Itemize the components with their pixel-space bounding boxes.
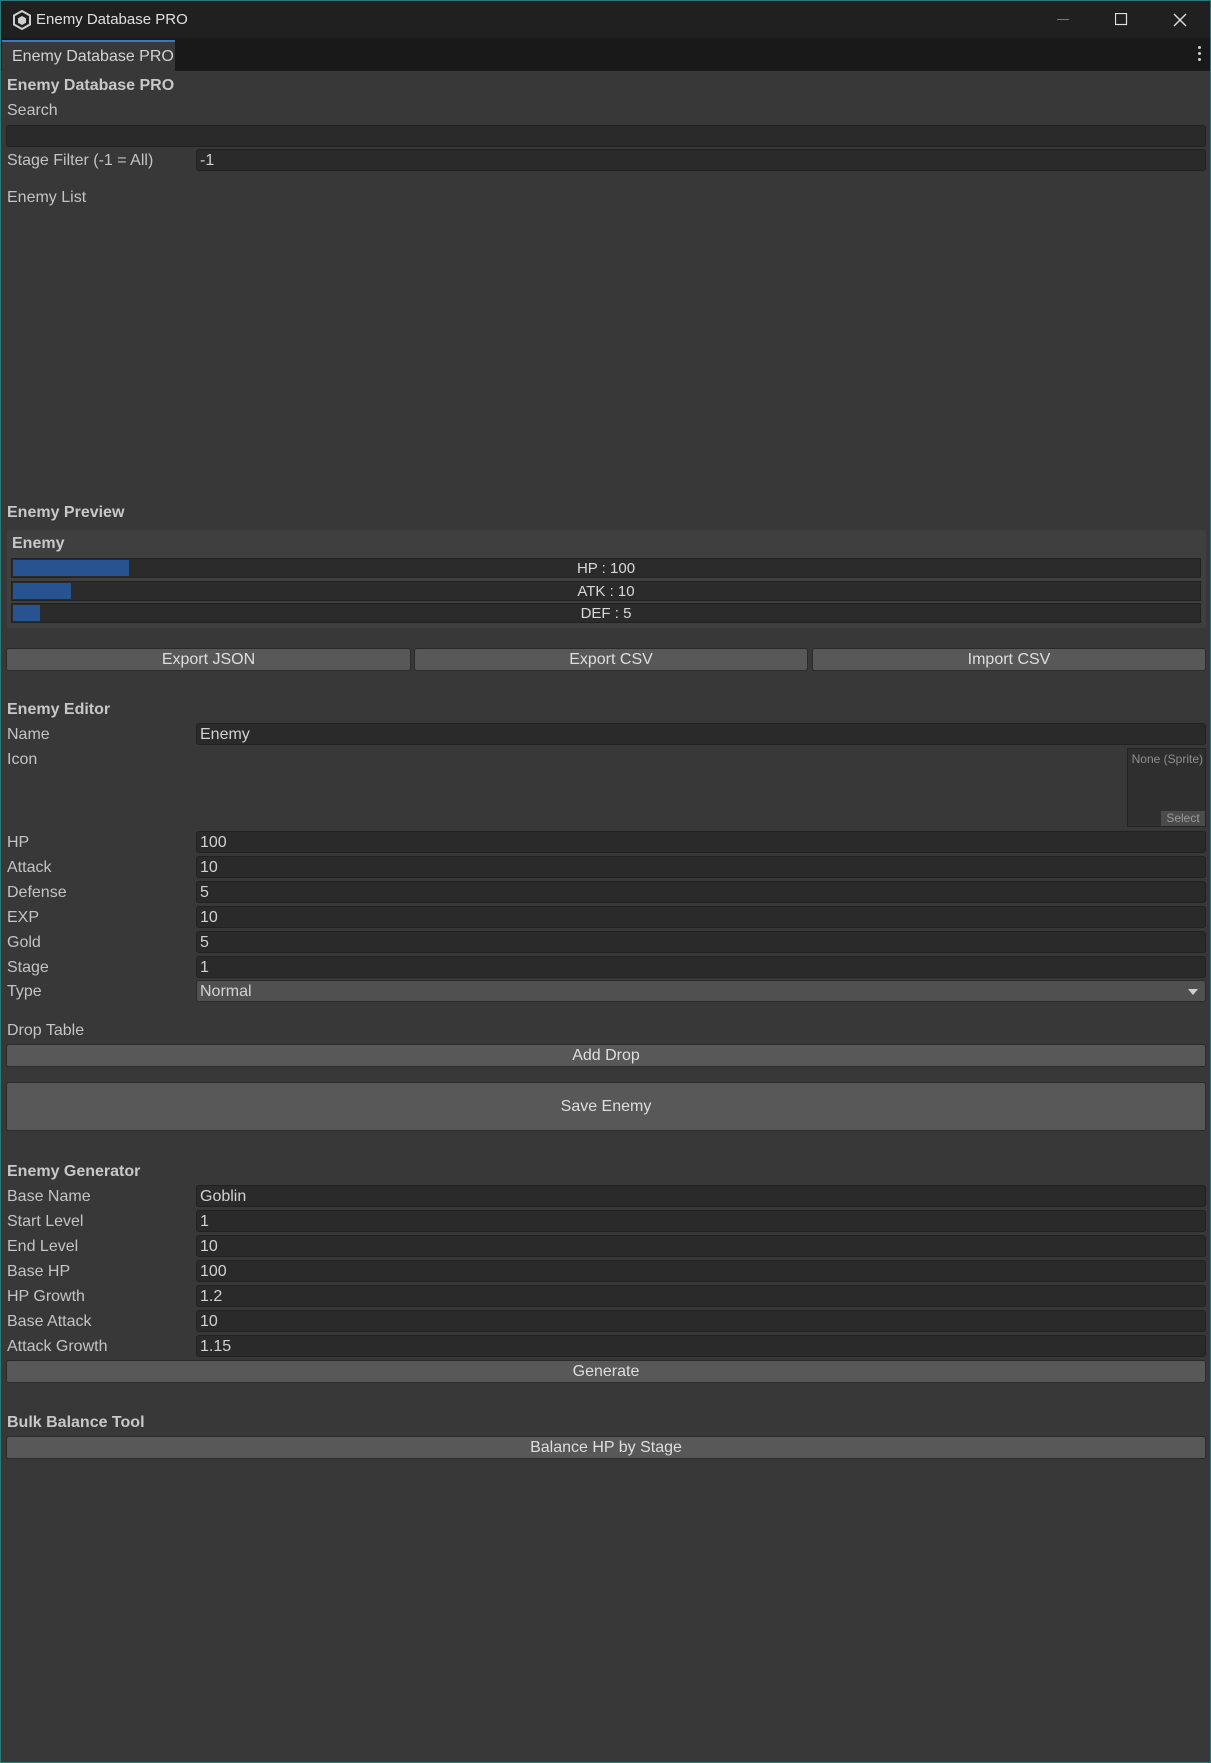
title-bar[interactable]: Enemy Database PRO xyxy=(1,1,1210,38)
atk-bar: ATK : 10 xyxy=(11,581,1201,601)
hp-bar-label: HP : 100 xyxy=(576,560,636,577)
add-drop-button[interactable]: Add Drop xyxy=(6,1044,1206,1067)
maximize-icon xyxy=(1114,13,1127,26)
def-bar-label: DEF : 5 xyxy=(580,605,632,622)
hp-growth-label: HP Growth xyxy=(7,1288,85,1305)
enemy-list[interactable] xyxy=(7,209,1206,499)
start-level-input[interactable]: 1 xyxy=(196,1210,1206,1232)
base-attack-input[interactable]: 10 xyxy=(196,1310,1206,1332)
stage-filter-label: Stage Filter (-1 = All) xyxy=(7,152,154,169)
defense-label: Defense xyxy=(7,884,67,901)
type-dropdown[interactable]: Normal xyxy=(196,980,1206,1002)
window-title: Enemy Database PRO xyxy=(36,11,188,28)
stage-label: Stage xyxy=(7,959,49,976)
unity-logo-icon xyxy=(13,10,31,30)
attack-input[interactable]: 10 xyxy=(196,856,1206,878)
minimize-icon xyxy=(1057,18,1069,20)
bulk-header: Bulk Balance Tool xyxy=(7,1414,145,1431)
name-label: Name xyxy=(7,726,50,743)
exp-input[interactable]: 10 xyxy=(196,906,1206,928)
attack-growth-label: Attack Growth xyxy=(7,1338,108,1355)
panel-title: Enemy Database PRO xyxy=(7,77,175,94)
close-icon xyxy=(1173,13,1187,26)
maximize-button[interactable] xyxy=(1092,1,1150,38)
base-hp-label: Base HP xyxy=(7,1263,71,1280)
close-button[interactable] xyxy=(1151,1,1209,38)
enemy-preview-box: Enemy HP : 100 ATK : 10 DEF : 5 xyxy=(7,530,1206,628)
stage-input[interactable]: 1 xyxy=(196,956,1206,978)
search-label: Search xyxy=(7,102,58,119)
tab-label: Enemy Database PRO xyxy=(12,48,174,65)
start-level-label: Start Level xyxy=(7,1213,84,1230)
sprite-none-text: None (Sprite) xyxy=(1131,752,1203,766)
def-bar: DEF : 5 xyxy=(11,603,1201,623)
attack-label: Attack xyxy=(7,859,52,876)
type-label: Type xyxy=(7,983,42,1000)
preview-header: Enemy Preview xyxy=(7,504,125,521)
hp-bar: HP : 100 xyxy=(11,558,1201,578)
import-csv-button[interactable]: Import CSV xyxy=(812,648,1206,671)
sprite-select-button[interactable]: Select xyxy=(1161,811,1205,826)
chevron-down-icon xyxy=(1188,989,1198,995)
minimize-button[interactable] xyxy=(1034,1,1092,38)
search-input[interactable] xyxy=(6,125,1206,147)
generate-button[interactable]: Generate xyxy=(6,1360,1206,1383)
base-hp-input[interactable]: 100 xyxy=(196,1260,1206,1282)
defense-input[interactable]: 5 xyxy=(196,881,1206,903)
gold-input[interactable]: 5 xyxy=(196,931,1206,953)
export-json-button[interactable]: Export JSON xyxy=(6,648,411,671)
hp-label: HP xyxy=(7,834,30,851)
drop-table-label: Drop Table xyxy=(7,1022,85,1039)
exp-label: EXP xyxy=(7,909,40,926)
end-level-input[interactable]: 10 xyxy=(196,1235,1206,1257)
save-enemy-button[interactable]: Save Enemy xyxy=(6,1082,1206,1131)
balance-hp-button[interactable]: Balance HP by Stage xyxy=(6,1436,1206,1459)
hp-input[interactable]: 100 xyxy=(196,831,1206,853)
tab-enemy-database-pro[interactable]: Enemy Database PRO xyxy=(2,40,175,71)
base-name-label: Base Name xyxy=(7,1188,91,1205)
atk-bar-label: ATK : 10 xyxy=(577,583,635,600)
icon-sprite-field[interactable]: None (Sprite) Select xyxy=(1127,748,1206,827)
base-attack-label: Base Attack xyxy=(7,1313,92,1330)
base-name-input[interactable]: Goblin xyxy=(196,1185,1206,1207)
editor-window: Enemy Database PRO Enemy Database PRO En… xyxy=(0,0,1211,1763)
end-level-label: End Level xyxy=(7,1238,79,1255)
preview-enemy-name: Enemy xyxy=(12,535,65,552)
type-selected: Normal xyxy=(200,983,252,1000)
name-input[interactable]: Enemy xyxy=(196,723,1206,745)
hp-growth-input[interactable]: 1.2 xyxy=(196,1285,1206,1307)
gold-label: Gold xyxy=(7,934,41,951)
stage-filter-input[interactable]: -1 xyxy=(196,149,1206,171)
editor-header: Enemy Editor xyxy=(7,701,111,718)
tab-bar: Enemy Database PRO xyxy=(1,38,1210,71)
generator-header: Enemy Generator xyxy=(7,1163,141,1180)
export-csv-button[interactable]: Export CSV xyxy=(414,648,808,671)
enemy-list-label: Enemy List xyxy=(7,189,87,206)
more-options-icon[interactable] xyxy=(1198,46,1202,62)
attack-growth-input[interactable]: 1.15 xyxy=(196,1335,1206,1357)
icon-label: Icon xyxy=(7,751,38,768)
